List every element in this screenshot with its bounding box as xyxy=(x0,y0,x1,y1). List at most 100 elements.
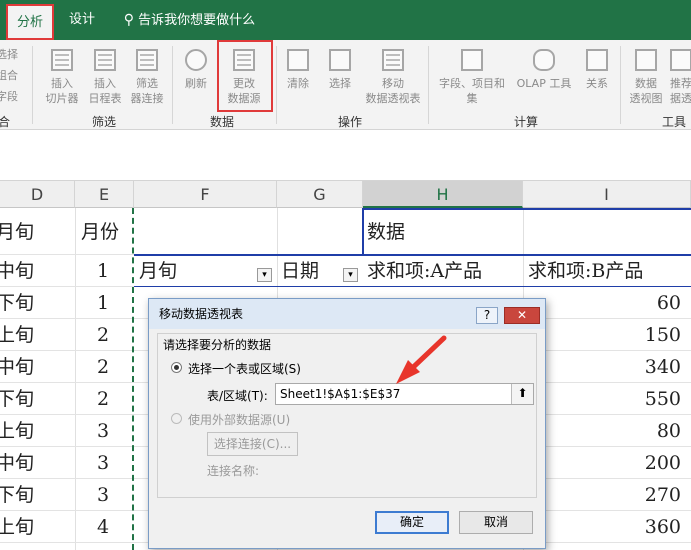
separator xyxy=(32,46,33,124)
radio-select-range[interactable] xyxy=(171,362,182,373)
col-header-g[interactable]: G xyxy=(277,181,363,208)
radio-external-source-label[interactable]: 使用外部数据源(U) xyxy=(188,411,290,428)
clear-icon xyxy=(284,46,312,74)
cell-e11[interactable]: 4 xyxy=(97,511,109,543)
pivot-header-border xyxy=(362,208,691,256)
cell-e9[interactable]: 3 xyxy=(97,447,109,479)
pivot-chart-button[interactable]: 数据 透视图 xyxy=(626,46,666,106)
cell-i9[interactable]: 200 xyxy=(645,447,681,479)
cell-e3[interactable]: 1 xyxy=(97,255,109,287)
filter-dropdown-icon[interactable]: ▾ xyxy=(257,268,272,282)
cell-d3[interactable]: 中旬 xyxy=(0,255,34,287)
clear-button[interactable]: 清除 xyxy=(282,46,314,91)
separator xyxy=(172,46,173,124)
fx-icon xyxy=(458,46,486,74)
pivot-data-header[interactable]: 数据 xyxy=(367,216,405,248)
connection-name-label: 连接名称: xyxy=(207,464,260,478)
group-label-left: 合 xyxy=(0,115,11,129)
cell-e2[interactable]: 月份 xyxy=(81,216,119,248)
relationships-label: 关系 xyxy=(586,77,608,90)
cell-e6[interactable]: 2 xyxy=(97,351,109,383)
move-pivot-label: 移动 数据透视表 xyxy=(365,77,421,105)
insert-slicer-label: 插入 切片器 xyxy=(45,77,79,105)
select-label: 选择 xyxy=(329,77,351,90)
cell-i6[interactable]: 340 xyxy=(645,351,681,383)
cell-d6[interactable]: 中旬 xyxy=(0,351,34,383)
insert-slicer-button[interactable]: 插入 切片器 xyxy=(40,46,84,106)
pivot-row-label-date[interactable]: 日期 xyxy=(281,255,319,287)
filter-connections-button[interactable]: 筛选 器连接 xyxy=(126,46,168,106)
cell-i10[interactable]: 270 xyxy=(645,479,681,511)
slicer-icon xyxy=(48,46,76,74)
pivot-chart-label: 数据 透视图 xyxy=(629,77,663,105)
cell-e7[interactable]: 2 xyxy=(97,383,109,415)
cell-i7[interactable]: 550 xyxy=(645,383,681,415)
cell-i11[interactable]: 360 xyxy=(645,511,681,543)
collapse-dialog-icon[interactable]: ⬆ xyxy=(511,384,533,404)
cell-d2[interactable]: 月旬 xyxy=(0,216,34,248)
cell-i8[interactable]: 80 xyxy=(657,415,681,447)
separator xyxy=(276,46,277,124)
cancel-button[interactable]: 取消 xyxy=(459,511,533,534)
recommended-label: 推荐 据透 xyxy=(670,77,691,105)
select-button[interactable]: 选择 xyxy=(322,46,358,91)
highlight-box xyxy=(217,40,273,112)
cell-d4[interactable]: 下旬 xyxy=(0,287,34,319)
close-button[interactable]: ✕ xyxy=(504,307,540,324)
col-header-f[interactable]: F xyxy=(134,181,277,208)
cell-e10[interactable]: 3 xyxy=(97,479,109,511)
cell-d7[interactable]: 下旬 xyxy=(0,383,34,415)
refresh-button[interactable]: 刷新 xyxy=(178,46,214,91)
radio-external-source[interactable] xyxy=(171,413,182,424)
choose-connection-button[interactable]: 选择连接(C)... xyxy=(207,432,298,456)
cell-i4[interactable]: 60 xyxy=(657,287,681,319)
cell-d5[interactable]: 上旬 xyxy=(0,319,34,351)
cell-d10[interactable]: 下旬 xyxy=(0,479,34,511)
pivot-chart-icon xyxy=(632,46,660,74)
cell-e8[interactable]: 3 xyxy=(97,415,109,447)
olap-icon xyxy=(530,46,558,74)
help-button[interactable]: ? xyxy=(476,307,498,324)
recommended-pivot-button[interactable]: 推荐 据透 xyxy=(666,46,691,106)
filter-active-icon[interactable]: ▾ xyxy=(343,268,358,282)
col-header-e[interactable]: E xyxy=(75,181,134,208)
pivot-row-label-month[interactable]: 月旬 xyxy=(139,255,177,287)
col-header-h[interactable]: H xyxy=(363,181,523,208)
cell-i5[interactable]: 150 xyxy=(645,319,681,351)
group-cut-button[interactable]: 组合 xyxy=(0,65,18,86)
move-pivot-button[interactable]: 移动 数据透视表 xyxy=(362,46,424,106)
excel-window: 分析 设计 ⚲ 告诉我你想要做什么 选择 组合 字段 合 插入 切片器 插入 日… xyxy=(0,0,691,550)
field-cut-button[interactable]: 字段 xyxy=(0,86,18,107)
recommended-icon xyxy=(667,46,691,74)
pivot-sum-b-header[interactable]: 求和项:B产品 xyxy=(528,255,643,287)
insert-timeline-label: 插入 日程表 xyxy=(88,77,122,105)
olap-tools-button[interactable]: OLAP 工具 xyxy=(512,46,576,91)
dialog-prompt: 请选择要分析的数据 xyxy=(163,338,272,352)
cell-d11[interactable]: 上旬 xyxy=(0,511,34,543)
tab-analyze[interactable]: 分析 xyxy=(6,4,54,40)
formula-area xyxy=(0,131,691,181)
tell-me-box[interactable]: ⚲ 告诉我你想要做什么 xyxy=(118,0,255,40)
ok-button[interactable]: 确定 xyxy=(375,511,449,534)
search-icon: ⚲ xyxy=(123,12,134,28)
cell-d9[interactable]: 中旬 xyxy=(0,447,34,479)
cell-e5[interactable]: 2 xyxy=(97,319,109,351)
refresh-icon xyxy=(182,46,210,74)
insert-timeline-button[interactable]: 插入 日程表 xyxy=(84,46,126,106)
range-label: 表/区域(T): xyxy=(207,389,268,403)
clear-label: 清除 xyxy=(287,77,309,90)
fields-items-sets-button[interactable]: 字段、项目和 集 xyxy=(432,46,512,106)
annotation-arrow-icon xyxy=(396,335,447,384)
select-cut-button[interactable]: 选择 xyxy=(0,44,18,65)
group-label-data: 数据 xyxy=(210,115,235,129)
col-header-i[interactable]: I xyxy=(523,181,691,208)
relationships-button[interactable]: 关系 xyxy=(580,46,614,91)
tab-design[interactable]: 设计 xyxy=(62,0,102,40)
cell-e4[interactable]: 1 xyxy=(97,287,109,319)
pivot-sum-a-header[interactable]: 求和项:A产品 xyxy=(367,255,482,287)
move-pivot-icon xyxy=(379,46,407,74)
radio-select-range-label[interactable]: 选择一个表或区域(S) xyxy=(188,360,301,377)
col-header-d[interactable]: D xyxy=(0,181,75,208)
fields-items-label: 字段、项目和 集 xyxy=(439,77,505,105)
cell-d8[interactable]: 上旬 xyxy=(0,415,34,447)
